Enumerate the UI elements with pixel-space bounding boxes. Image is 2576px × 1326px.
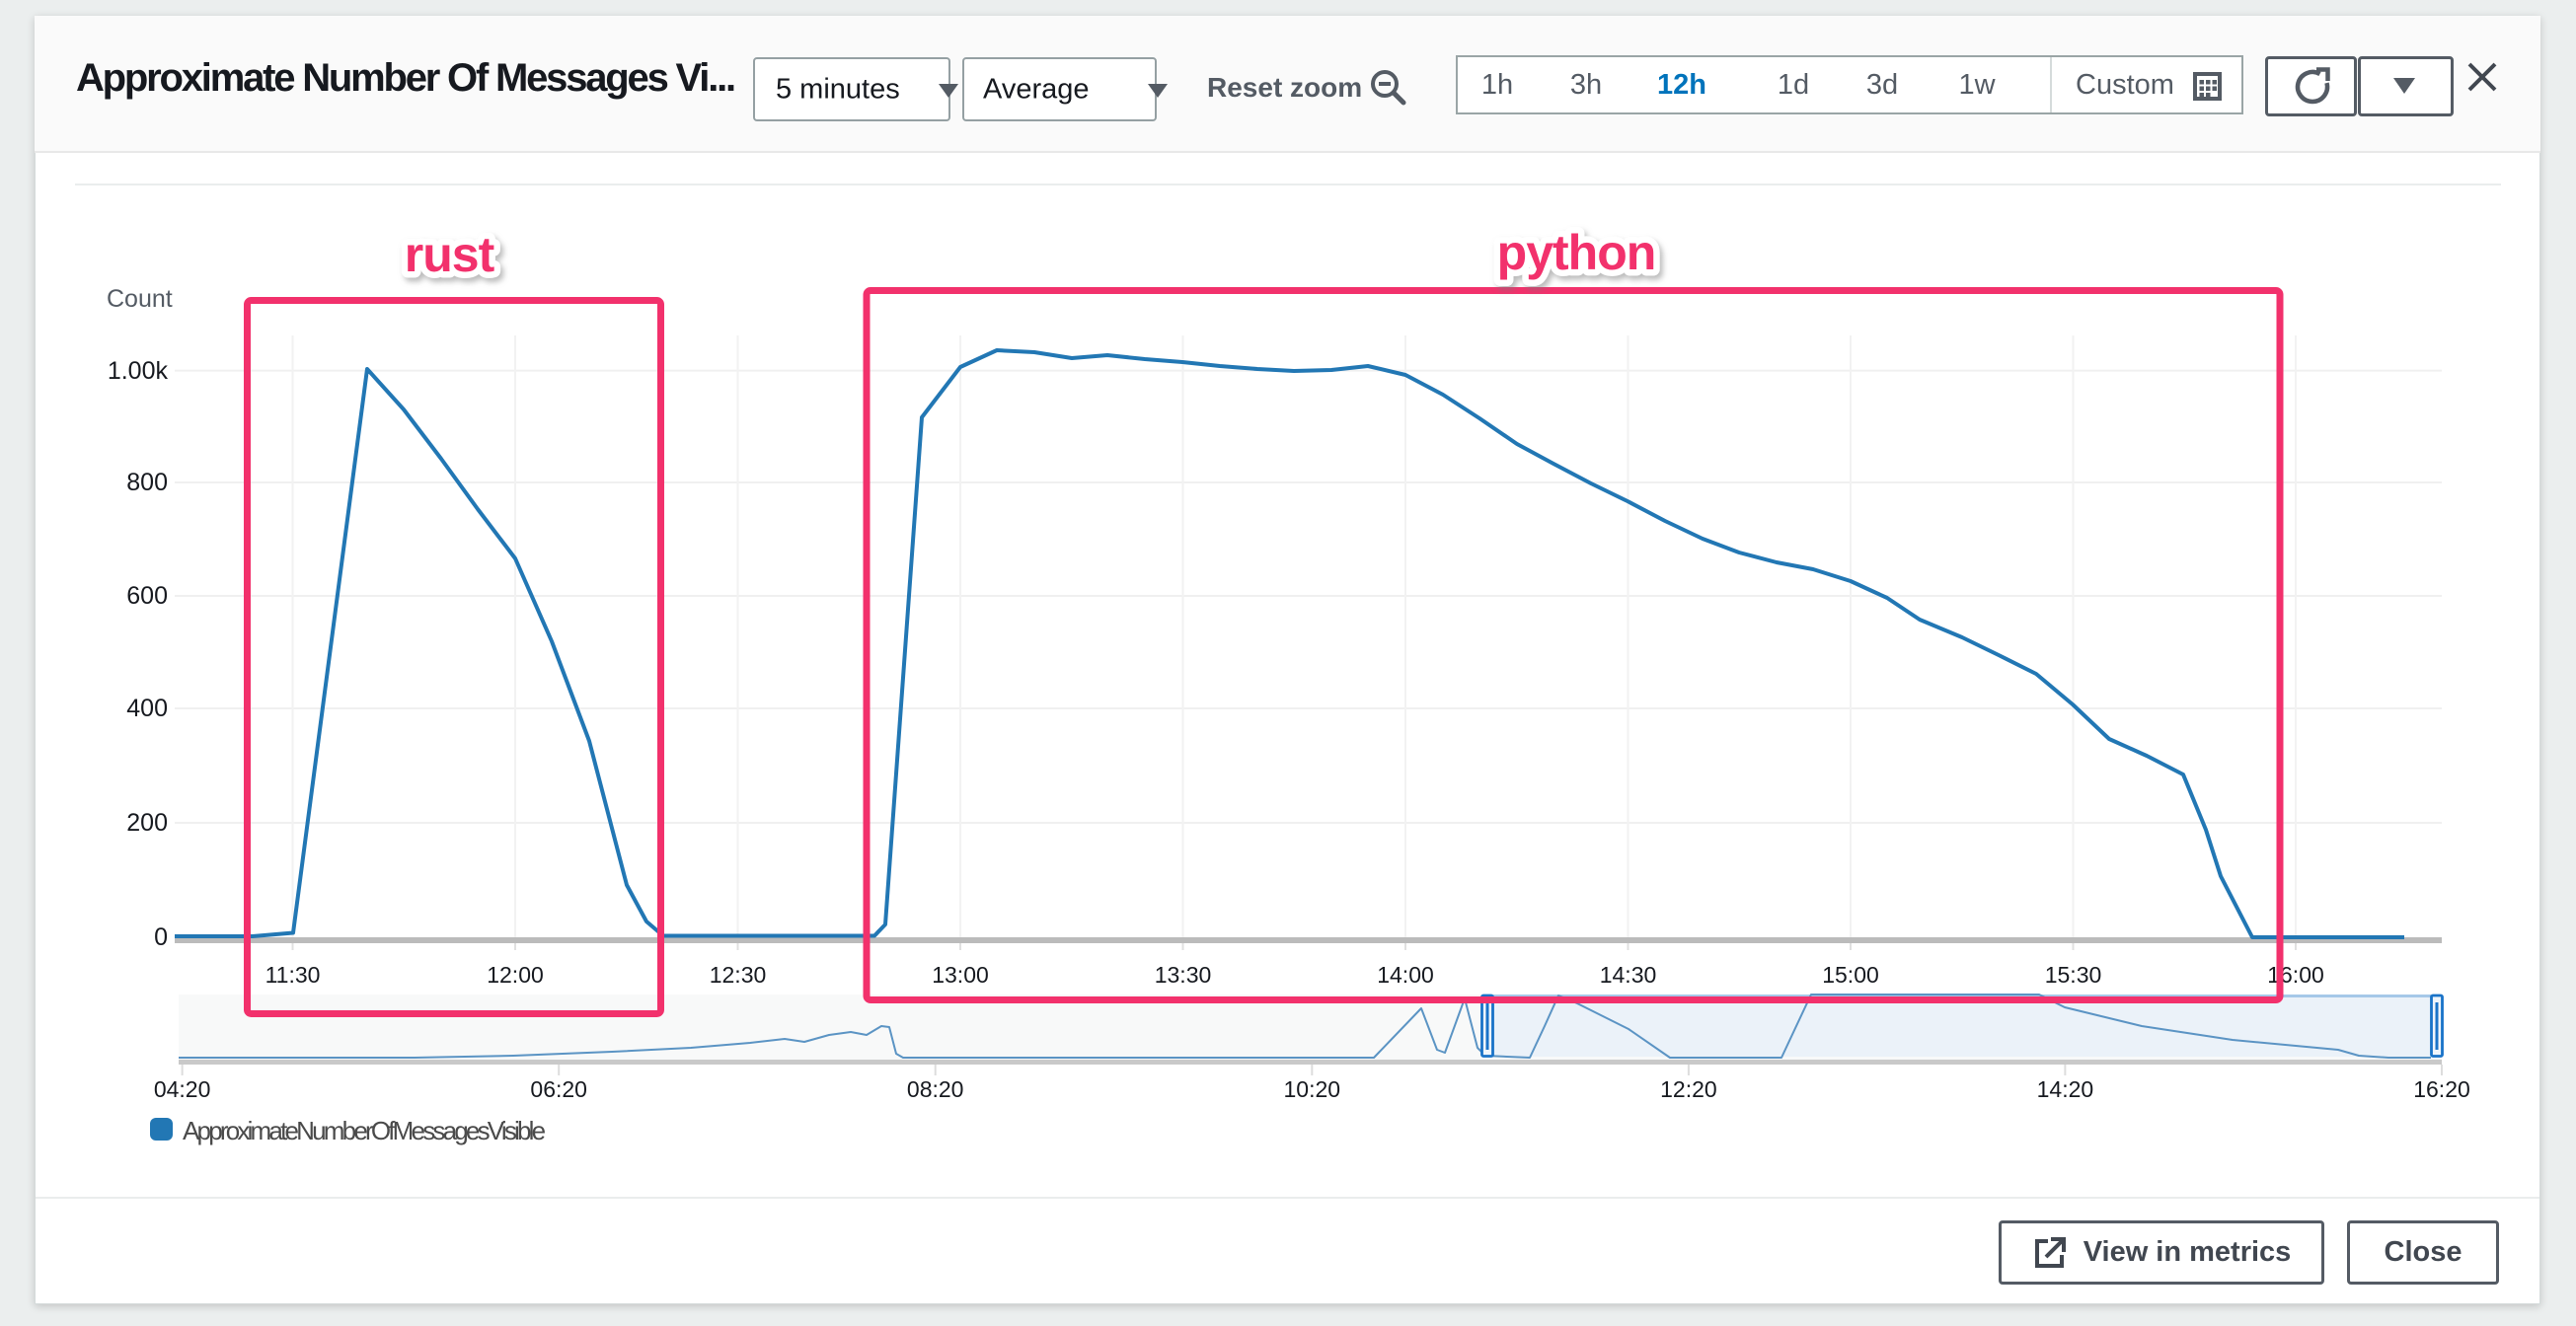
svg-text:600: 600 xyxy=(126,582,168,610)
svg-text:400: 400 xyxy=(126,695,168,722)
svg-text:800: 800 xyxy=(126,469,168,496)
svg-text:16:20: 16:20 xyxy=(2413,1076,2470,1102)
svg-text:python: python xyxy=(1497,225,1656,280)
svg-text:12:30: 12:30 xyxy=(710,962,767,988)
svg-text:13:00: 13:00 xyxy=(932,962,989,988)
svg-text:15:30: 15:30 xyxy=(2045,962,2102,988)
svg-text:15:00: 15:00 xyxy=(1822,962,1879,988)
svg-text:ApproximateNumberOfMessagesVis: ApproximateNumberOfMessagesVisible xyxy=(183,1116,546,1145)
svg-text:14:00: 14:00 xyxy=(1377,962,1434,988)
svg-text:14:30: 14:30 xyxy=(1600,962,1657,988)
svg-text:12:00: 12:00 xyxy=(487,962,544,988)
svg-text:1.00k: 1.00k xyxy=(108,357,169,385)
svg-text:06:20: 06:20 xyxy=(530,1076,587,1102)
svg-text:08:20: 08:20 xyxy=(907,1076,964,1102)
svg-text:200: 200 xyxy=(126,809,168,837)
svg-text:11:30: 11:30 xyxy=(265,962,321,988)
svg-text:rust: rust xyxy=(405,227,495,282)
svg-text:0: 0 xyxy=(154,923,168,951)
svg-text:04:20: 04:20 xyxy=(154,1076,211,1102)
svg-text:12:20: 12:20 xyxy=(1660,1076,1717,1102)
svg-text:13:30: 13:30 xyxy=(1155,962,1212,988)
svg-text:14:20: 14:20 xyxy=(2037,1076,2094,1102)
svg-text:16:00: 16:00 xyxy=(2267,962,2324,988)
svg-text:Count: Count xyxy=(107,285,173,313)
svg-text:10:20: 10:20 xyxy=(1284,1076,1341,1102)
